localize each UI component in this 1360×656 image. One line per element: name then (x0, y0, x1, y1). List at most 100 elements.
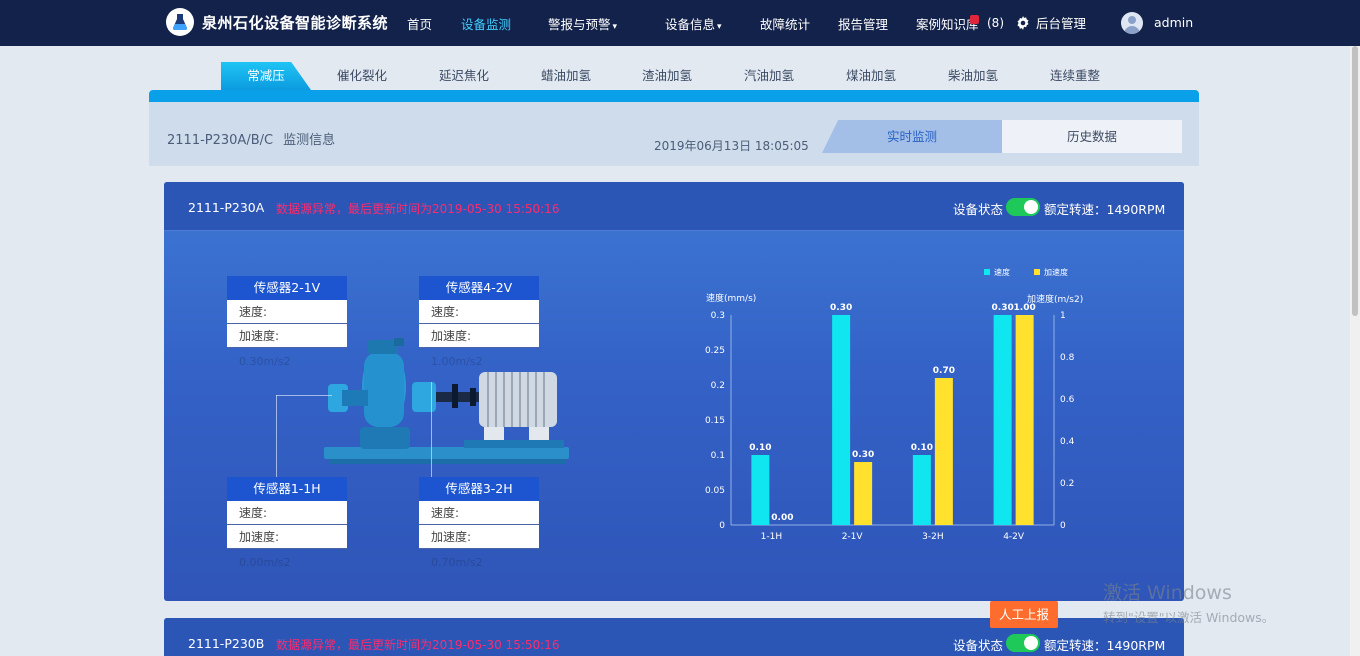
leader-line (276, 395, 332, 396)
nav-monitor[interactable]: 设备监测 (461, 14, 511, 33)
sensor-accel-value: 0.30m/s2 (239, 355, 291, 368)
sensor-card[interactable]: 传感器2-1V 速度: 加速度: 0.30m/s2 (227, 276, 347, 368)
chart-bar (934, 378, 953, 525)
nav-device-info-label: 设备信息 (665, 17, 716, 32)
nav-admin-mgmt[interactable]: 后台管理 (1016, 13, 1086, 32)
y-tick-left: 0.05 (705, 486, 725, 496)
device-status-toggle[interactable] (1006, 198, 1040, 216)
sensor-title: 传感器2-1V (227, 276, 347, 300)
bar-value-label: 0.70 (933, 366, 955, 376)
y-tick-left: 0.1 (711, 451, 725, 461)
category-underline (149, 90, 1199, 102)
unit-title: 2111-P230A/B/C 监测信息 (167, 129, 335, 148)
legend-swatch (1034, 269, 1040, 275)
tab-realtime[interactable]: 实时监测 (822, 120, 1002, 153)
tab-category-6[interactable]: 煤油加氢 (831, 62, 911, 90)
bar-value-label: 0.30 (830, 303, 852, 313)
y-tick-left: 0.15 (705, 416, 725, 426)
watermark-line2: 转到"设置"以激活 Windows。 (1103, 610, 1275, 625)
tab-history[interactable]: 历史数据 (1002, 120, 1182, 153)
flask-logo-icon (166, 8, 194, 36)
x-tick-label: 1-1H (761, 532, 782, 542)
device-alert: 数据源异常，最后更新时间为2019-05-30 15:50:16 (276, 638, 560, 652)
sensor-card[interactable]: 传感器3-2H 速度: 加速度: 0.70m/s2 (419, 477, 539, 569)
tab-category-0[interactable]: 常减压 (221, 62, 311, 90)
device-id: 2111-P230B (188, 636, 265, 651)
leader-line (431, 382, 432, 479)
nav-device-info[interactable]: 设备信息 ▾ (665, 14, 722, 33)
app-title: 泉州石化设备智能诊断系统 (202, 13, 389, 32)
scrollbar-thumb[interactable] (1352, 46, 1358, 316)
sensor-accel: 加速度: (227, 324, 347, 348)
nav-alarm[interactable]: 警报与预警 ▾ (548, 14, 617, 33)
pump-motor-illustration (324, 338, 569, 464)
y-tick-right: 1 (1060, 311, 1066, 321)
y-tick-left: 0 (719, 521, 725, 531)
bar-value-label: 0.10 (911, 443, 933, 453)
nav-fault-stats[interactable]: 故障统计 (760, 14, 810, 33)
legend-label: 速度 (994, 267, 1010, 277)
rated-speed: 额定转速：1490RPM (1044, 638, 1166, 653)
page-scrollbar[interactable] (1350, 46, 1360, 656)
tab-category-3[interactable]: 蜡油加氢 (526, 62, 606, 90)
tab-category-4[interactable]: 渣油加氢 (627, 62, 707, 90)
chart-bar (912, 455, 931, 525)
bar-value-label: 1.00 (1014, 303, 1036, 313)
sensor-speed: 速度: (419, 300, 539, 324)
monitor-header: 2111-P230A/B/C 监测信息 2019年06月13日 18:05:05 … (149, 102, 1199, 166)
x-tick-label: 2-1V (842, 532, 864, 542)
sensor-title: 传感器4-2V (419, 276, 539, 300)
device-id: 2111-P230A (188, 200, 265, 215)
chart-bar (832, 315, 851, 525)
case-kb-count: (8) (987, 16, 1004, 30)
brand[interactable]: 泉州石化设备智能诊断系统 (166, 8, 388, 36)
tab-category-1[interactable]: 催化裂化 (322, 62, 402, 90)
unit-id: 2111-P230A/B/C (167, 133, 274, 148)
windows-activation-watermark: 激活 Windows 转到"设置"以激活 Windows。 (1103, 578, 1274, 626)
username[interactable]: admin (1154, 15, 1193, 30)
vibration-chart-svg: 速度(mm/s) 加速度(m/s2)00.050.10.150.20.250.30… (705, 267, 1083, 542)
device-alert: 数据源异常，最后更新时间为2019-05-30 15:50:16 (276, 202, 560, 216)
y-axis-left-label: 速度(mm/s) (706, 292, 756, 304)
sensor-card[interactable]: 传感器1-1H 速度: 加速度: 0.00m/s2 (227, 477, 347, 569)
tab-category-7[interactable]: 柴油加氢 (933, 62, 1013, 90)
rated-speed: 额定转速：1490RPM (1044, 202, 1166, 217)
y-tick-left: 0.25 (705, 346, 725, 356)
chevron-down-icon: ▾ (612, 22, 618, 32)
sensor-title: 传感器3-2H (419, 477, 539, 501)
device-card-header: 2111-P230A 数据源异常，最后更新时间为2019-05-30 15:50… (164, 182, 1184, 231)
chart-bar (751, 455, 770, 525)
tab-category-5[interactable]: 汽油加氢 (729, 62, 809, 90)
sensor-card[interactable]: 传感器4-2V 速度: 加速度: 1.00m/s2 (419, 276, 539, 368)
device-status-label: 设备状态 (953, 202, 1004, 217)
x-tick-label: 4-2V (1003, 532, 1025, 542)
chart-bar (993, 315, 1012, 525)
sensor-speed: 速度: (227, 300, 347, 324)
sensor-accel: 加速度: (227, 525, 347, 549)
chart-bar (854, 462, 873, 525)
chevron-down-icon: ▾ (717, 22, 722, 32)
avatar[interactable] (1121, 12, 1143, 34)
legend-label: 加速度 (1044, 267, 1068, 277)
y-tick-right: 0.6 (1060, 395, 1075, 405)
vibration-chart: 速度(mm/s) 加速度(m/s2) 0 0.05 0.1 0.15 0.2 0.25 0.3 0… (696, 264, 1156, 554)
watermark-line1: 激活 Windows (1103, 582, 1232, 604)
tab-category-8[interactable]: 连续重整 (1035, 62, 1115, 90)
y-tick-right: 0.8 (1060, 353, 1075, 363)
chart-bar (1015, 315, 1034, 525)
sensor-accel: 加速度: (419, 525, 539, 549)
nav-report-mgmt[interactable]: 报告管理 (838, 14, 888, 33)
leader-line (276, 395, 277, 479)
device-status-toggle[interactable] (1006, 634, 1040, 652)
admin-mgmt-label: 后台管理 (1036, 16, 1087, 31)
y-tick-right: 0 (1060, 521, 1066, 531)
nav-home[interactable]: 首页 (407, 14, 432, 33)
gear-icon (1017, 15, 1029, 30)
tab-category-2[interactable]: 延迟焦化 (424, 62, 504, 90)
sensor-speed: 速度: (419, 501, 539, 525)
sensor-accel-value: 0.70m/s2 (431, 556, 483, 569)
manual-report-button[interactable]: 人工上报 (990, 601, 1058, 628)
y-tick-left: 0.2 (711, 381, 725, 391)
sensor-accel-value: 0.00m/s2 (239, 556, 291, 569)
nav-alarm-label: 警报与预警 (548, 17, 611, 32)
